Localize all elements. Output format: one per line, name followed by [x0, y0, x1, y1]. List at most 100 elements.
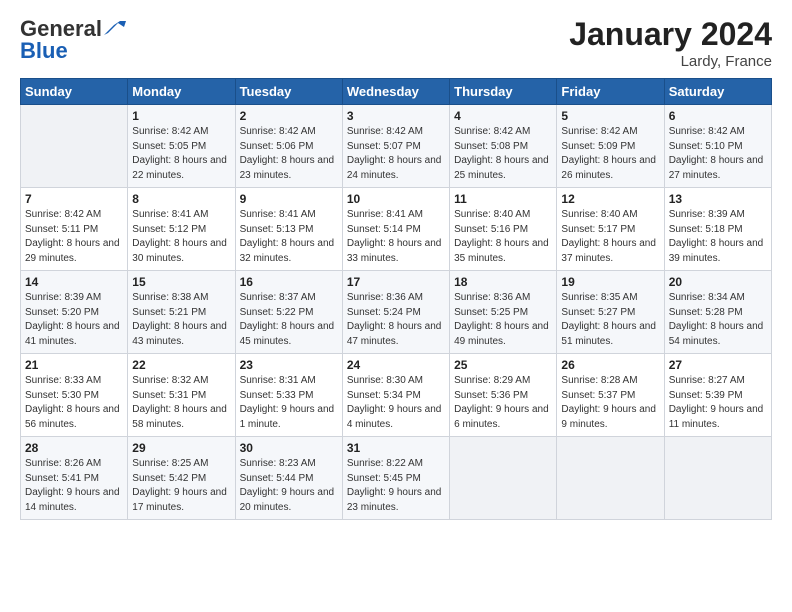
- sunrise-text: Sunrise: 8:37 AM: [240, 292, 316, 303]
- sunrise-text: Sunrise: 8:22 AM: [347, 458, 423, 469]
- day-number: 16: [240, 275, 338, 289]
- table-row: 10Sunrise: 8:41 AMSunset: 5:14 PMDayligh…: [342, 188, 449, 271]
- day-info: Sunrise: 8:36 AMSunset: 5:24 PMDaylight:…: [347, 291, 445, 349]
- sunset-text: Sunset: 5:06 PM: [240, 141, 314, 152]
- sunset-text: Sunset: 5:37 PM: [561, 390, 635, 401]
- day-info: Sunrise: 8:32 AMSunset: 5:31 PMDaylight:…: [132, 374, 230, 432]
- sunrise-text: Sunrise: 8:30 AM: [347, 375, 423, 386]
- sunset-text: Sunset: 5:09 PM: [561, 141, 635, 152]
- table-row: 17 Sunrise: 8:36 AMSunset: 5:24 PMDayligh…: [342, 271, 449, 354]
- daylight-text: Daylight: 8 hours and 39 minutes.: [669, 238, 764, 264]
- daylight-text: Daylight: 9 hours and 1 minute.: [240, 404, 335, 430]
- page-title: January 2024: [569, 16, 772, 53]
- day-number: 11: [454, 192, 552, 206]
- table-row: 14Sunrise: 8:39 AMSunset: 5:20 PMDayligh…: [21, 271, 128, 354]
- day-info: Sunrise: 8:35 AMSunset: 5:27 PMDaylight:…: [561, 291, 659, 349]
- day-number: 25: [454, 358, 552, 372]
- week-row-3: 21Sunrise: 8:33 AMSunset: 5:30 PMDayligh…: [21, 354, 772, 437]
- logo-bird-icon: [104, 19, 126, 37]
- sunrise-text: Sunrise: 8:32 AM: [132, 375, 208, 386]
- sunrise-text: Sunrise: 8:25 AM: [132, 458, 208, 469]
- day-info: Sunrise: 8:42 AMSunset: 5:10 PMDaylight:…: [669, 125, 767, 183]
- sunrise-text: Sunrise: 8:41 AM: [132, 209, 208, 220]
- sunset-text: Sunset: 5:12 PM: [132, 224, 206, 235]
- day-info: Sunrise: 8:42 AMSunset: 5:11 PMDaylight:…: [25, 208, 123, 266]
- col-wednesday: Wednesday: [342, 79, 449, 105]
- daylight-text: Daylight: 8 hours and 25 minutes.: [454, 155, 549, 181]
- daylight-text: Daylight: 8 hours and 26 minutes.: [561, 155, 656, 181]
- sunrise-text: Sunrise: 8:39 AM: [669, 209, 745, 220]
- table-row: 26Sunrise: 8:28 AMSunset: 5:37 PMDayligh…: [557, 354, 664, 437]
- day-info: Sunrise: 8:39 AMSunset: 5:18 PMDaylight:…: [669, 208, 767, 266]
- table-row: 7 Sunrise: 8:42 AMSunset: 5:11 PMDaylight…: [21, 188, 128, 271]
- day-info: Sunrise: 8:42 AMSunset: 5:07 PMDaylight:…: [347, 125, 445, 183]
- daylight-text: Daylight: 8 hours and 49 minutes.: [454, 321, 549, 347]
- daylight-text: Daylight: 8 hours and 33 minutes.: [347, 238, 442, 264]
- logo: General Blue: [20, 16, 126, 64]
- sunset-text: Sunset: 5:34 PM: [347, 390, 421, 401]
- calendar-page: General Blue January 2024 Lardy, France …: [0, 0, 792, 612]
- table-row: 13Sunrise: 8:39 AMSunset: 5:18 PMDayligh…: [664, 188, 771, 271]
- sunset-text: Sunset: 5:30 PM: [25, 390, 99, 401]
- table-row: 18Sunrise: 8:36 AMSunset: 5:25 PMDayligh…: [450, 271, 557, 354]
- day-number: 22: [132, 358, 230, 372]
- sunrise-text: Sunrise: 8:42 AM: [454, 126, 530, 137]
- day-number: 4: [454, 109, 552, 123]
- daylight-text: Daylight: 9 hours and 14 minutes.: [25, 487, 120, 513]
- header: General Blue January 2024 Lardy, France: [20, 16, 772, 70]
- day-info: Sunrise: 8:29 AMSunset: 5:36 PMDaylight:…: [454, 374, 552, 432]
- daylight-text: Daylight: 8 hours and 30 minutes.: [132, 238, 227, 264]
- day-info: Sunrise: 8:42 AMSunset: 5:06 PMDaylight:…: [240, 125, 338, 183]
- daylight-text: Daylight: 9 hours and 17 minutes.: [132, 487, 227, 513]
- daylight-text: Daylight: 9 hours and 4 minutes.: [347, 404, 442, 430]
- day-number: 8: [132, 192, 230, 206]
- sunrise-text: Sunrise: 8:26 AM: [25, 458, 101, 469]
- table-row: 28Sunrise: 8:26 AMSunset: 5:41 PMDayligh…: [21, 437, 128, 520]
- sunrise-text: Sunrise: 8:36 AM: [347, 292, 423, 303]
- table-row: 30Sunrise: 8:23 AMSunset: 5:44 PMDayligh…: [235, 437, 342, 520]
- day-info: Sunrise: 8:31 AMSunset: 5:33 PMDaylight:…: [240, 374, 338, 432]
- sunrise-text: Sunrise: 8:42 AM: [25, 209, 101, 220]
- table-row: 22 Sunrise: 8:32 AMSunset: 5:31 PMDayligh…: [128, 354, 235, 437]
- day-number: 18: [454, 275, 552, 289]
- table-row: 27Sunrise: 8:27 AMSunset: 5:39 PMDayligh…: [664, 354, 771, 437]
- sunrise-text: Sunrise: 8:34 AM: [669, 292, 745, 303]
- daylight-text: Daylight: 9 hours and 11 minutes.: [669, 404, 764, 430]
- daylight-text: Daylight: 8 hours and 29 minutes.: [25, 238, 120, 264]
- sunset-text: Sunset: 5:10 PM: [669, 141, 743, 152]
- day-number: 21: [25, 358, 123, 372]
- sunset-text: Sunset: 5:13 PM: [240, 224, 314, 235]
- daylight-text: Daylight: 8 hours and 54 minutes.: [669, 321, 764, 347]
- table-row: 21Sunrise: 8:33 AMSunset: 5:30 PMDayligh…: [21, 354, 128, 437]
- table-row: 1Sunrise: 8:42 AMSunset: 5:05 PMDaylight…: [128, 105, 235, 188]
- day-info: Sunrise: 8:42 AMSunset: 5:05 PMDaylight:…: [132, 125, 230, 183]
- sunset-text: Sunset: 5:41 PM: [25, 473, 99, 484]
- col-sunday: Sunday: [21, 79, 128, 105]
- sunrise-text: Sunrise: 8:42 AM: [561, 126, 637, 137]
- calendar-table: Sunday Monday Tuesday Wednesday Thursday…: [20, 78, 772, 520]
- daylight-text: Daylight: 9 hours and 6 minutes.: [454, 404, 549, 430]
- day-number: 7: [25, 192, 123, 206]
- week-row-2: 14Sunrise: 8:39 AMSunset: 5:20 PMDayligh…: [21, 271, 772, 354]
- table-row: 16Sunrise: 8:37 AMSunset: 5:22 PMDayligh…: [235, 271, 342, 354]
- day-number: 5: [561, 109, 659, 123]
- sunset-text: Sunset: 5:28 PM: [669, 307, 743, 318]
- day-number: 9: [240, 192, 338, 206]
- week-row-0: 1Sunrise: 8:42 AMSunset: 5:05 PMDaylight…: [21, 105, 772, 188]
- day-number: 3: [347, 109, 445, 123]
- day-info: Sunrise: 8:27 AMSunset: 5:39 PMDaylight:…: [669, 374, 767, 432]
- sunrise-text: Sunrise: 8:39 AM: [25, 292, 101, 303]
- sunrise-text: Sunrise: 8:38 AM: [132, 292, 208, 303]
- sunrise-text: Sunrise: 8:41 AM: [347, 209, 423, 220]
- sunrise-text: Sunrise: 8:31 AM: [240, 375, 316, 386]
- day-info: Sunrise: 8:26 AM Sunset: 5:41 PM Daylight:…: [25, 457, 123, 515]
- sunset-text: Sunset: 5:05 PM: [132, 141, 206, 152]
- day-number: 17: [347, 275, 445, 289]
- title-block: January 2024 Lardy, France: [569, 16, 772, 70]
- week-row-4: 28Sunrise: 8:26 AMSunset: 5:41 PMDayligh…: [21, 437, 772, 520]
- day-number: 29: [132, 441, 230, 455]
- sunset-text: Sunset: 5:36 PM: [454, 390, 528, 401]
- daylight-text: Daylight: 8 hours and 41 minutes.: [25, 321, 120, 347]
- daylight-text: Daylight: 8 hours and 35 minutes.: [454, 238, 549, 264]
- table-row: 25 Sunrise: 8:29 AMSunset: 5:36 PMDayligh…: [450, 354, 557, 437]
